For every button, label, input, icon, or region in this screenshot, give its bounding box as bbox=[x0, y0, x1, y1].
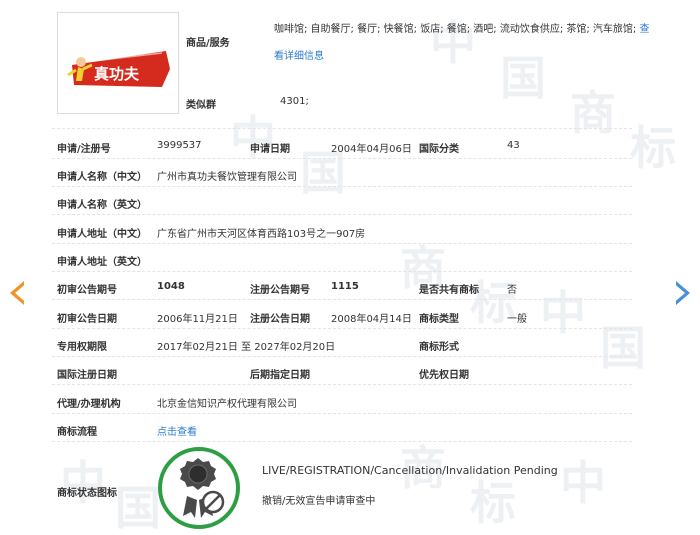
tm-type-value: 一般 bbox=[507, 314, 527, 325]
watermark-char: 中 bbox=[60, 456, 106, 510]
watermark-char: 国 bbox=[500, 51, 546, 105]
flow-label: 商标流程 bbox=[57, 427, 97, 438]
reg-no-label: 申请/注册号 bbox=[57, 144, 111, 155]
cancellation-pending-icon bbox=[158, 447, 240, 529]
applicant-cn-value: 广州市真功夫餐饮管理有限公司 bbox=[157, 172, 297, 183]
row-divider bbox=[52, 299, 632, 300]
tm-type-label: 商标类型 bbox=[419, 314, 459, 325]
status-badge bbox=[157, 446, 241, 530]
next-arrow-icon[interactable] bbox=[671, 281, 690, 305]
reg-pub-date-value: 2008年04月14日 bbox=[331, 314, 412, 325]
trademark-image: 真功夫 bbox=[57, 12, 179, 114]
view-details-link[interactable]: 看详细信息 bbox=[274, 47, 324, 62]
watermark-char: 国 bbox=[600, 321, 646, 375]
address-en-label: 申请人地址（英文） bbox=[57, 257, 147, 268]
status-text-cn: 撤销/无效宣告申请审查中 bbox=[262, 496, 376, 507]
prelim-no-value: 1048 bbox=[157, 281, 185, 292]
row-divider bbox=[52, 413, 632, 414]
watermark-char: 标 bbox=[470, 476, 516, 530]
similar-group-label: 类似群 bbox=[186, 100, 216, 111]
agent-label: 代理/办理机构 bbox=[57, 399, 121, 410]
agent-value: 北京金信知识产权代理有限公司 bbox=[157, 399, 297, 410]
app-date-value: 2004年04月06日 bbox=[331, 144, 412, 155]
goods-services-label: 商品/服务 bbox=[186, 38, 230, 49]
view-details-link[interactable]: 查 bbox=[640, 24, 650, 35]
flow-view-link[interactable]: 点击查看 bbox=[157, 423, 197, 438]
similar-group-value: 4301; bbox=[280, 96, 309, 107]
shared-label: 是否共有商标 bbox=[419, 285, 479, 296]
prelim-no-label: 初审公告期号 bbox=[57, 285, 117, 296]
row-divider bbox=[52, 356, 632, 357]
watermark-char: 标 bbox=[630, 121, 676, 175]
reg-pub-no-value: 1115 bbox=[331, 281, 359, 292]
prev-arrow-icon[interactable] bbox=[10, 281, 29, 305]
watermark-char: 国 bbox=[115, 481, 161, 535]
address-cn-value: 广东省广州市天河区体育西路103号之一907房 bbox=[157, 229, 366, 240]
exclusive-period-label: 专用权期限 bbox=[57, 342, 107, 353]
reg-no-value: 3999537 bbox=[157, 140, 202, 151]
tm-form-label: 商标形式 bbox=[419, 342, 459, 353]
prelim-date-value: 2006年11月21日 bbox=[157, 314, 238, 325]
row-divider bbox=[52, 384, 632, 385]
reg-pub-no-label: 注册公告期号 bbox=[250, 285, 310, 296]
app-date-label: 申请日期 bbox=[250, 144, 290, 155]
row-divider bbox=[52, 271, 632, 272]
watermark-char: 国 bbox=[300, 146, 346, 200]
kungfu-logo-icon: 真功夫 bbox=[67, 51, 170, 87]
watermark-char: 中 bbox=[560, 456, 606, 510]
applicant-cn-label: 申请人名称（中文） bbox=[57, 172, 147, 183]
shared-value: 否 bbox=[507, 285, 517, 296]
row-divider bbox=[52, 186, 632, 187]
row-divider bbox=[52, 243, 632, 244]
row-divider bbox=[52, 328, 632, 329]
logo-text: 真功夫 bbox=[94, 65, 140, 83]
row-divider bbox=[52, 441, 632, 442]
status-text-en: LIVE/REGISTRATION/Cancellation/Invalidat… bbox=[262, 464, 558, 477]
prelim-date-label: 初审公告日期 bbox=[57, 314, 117, 325]
intl-class-value: 43 bbox=[507, 140, 520, 151]
status-icon-label: 商标状态图标 bbox=[57, 488, 117, 499]
exclusive-period-value: 2017年02月21日 至 2027年02月20日 bbox=[157, 342, 336, 353]
goods-services-value-line: 咖啡馆; 自助餐厅; 餐厅; 快餐馆; 饭店; 餐馆; 酒吧; 流动饮食供应; … bbox=[274, 20, 650, 35]
row-divider bbox=[52, 158, 632, 159]
goods-services-value: 咖啡馆; 自助餐厅; 餐厅; 快餐馆; 饭店; 餐馆; 酒吧; 流动饮食供应; … bbox=[274, 24, 637, 35]
address-cn-label: 申请人地址（中文） bbox=[57, 229, 147, 240]
applicant-en-label: 申请人名称（英文） bbox=[57, 200, 147, 211]
watermark-char: 商 bbox=[570, 86, 616, 140]
reg-pub-date-label: 注册公告日期 bbox=[250, 314, 310, 325]
row-divider bbox=[52, 214, 632, 215]
intl-class-label: 国际分类 bbox=[419, 144, 459, 155]
priority-date-label: 优先权日期 bbox=[419, 370, 469, 381]
later-date-label: 后期指定日期 bbox=[250, 370, 310, 381]
row-divider bbox=[52, 128, 632, 129]
watermark-char: 中 bbox=[540, 286, 586, 340]
intl-reg-date-label: 国际注册日期 bbox=[57, 370, 117, 381]
